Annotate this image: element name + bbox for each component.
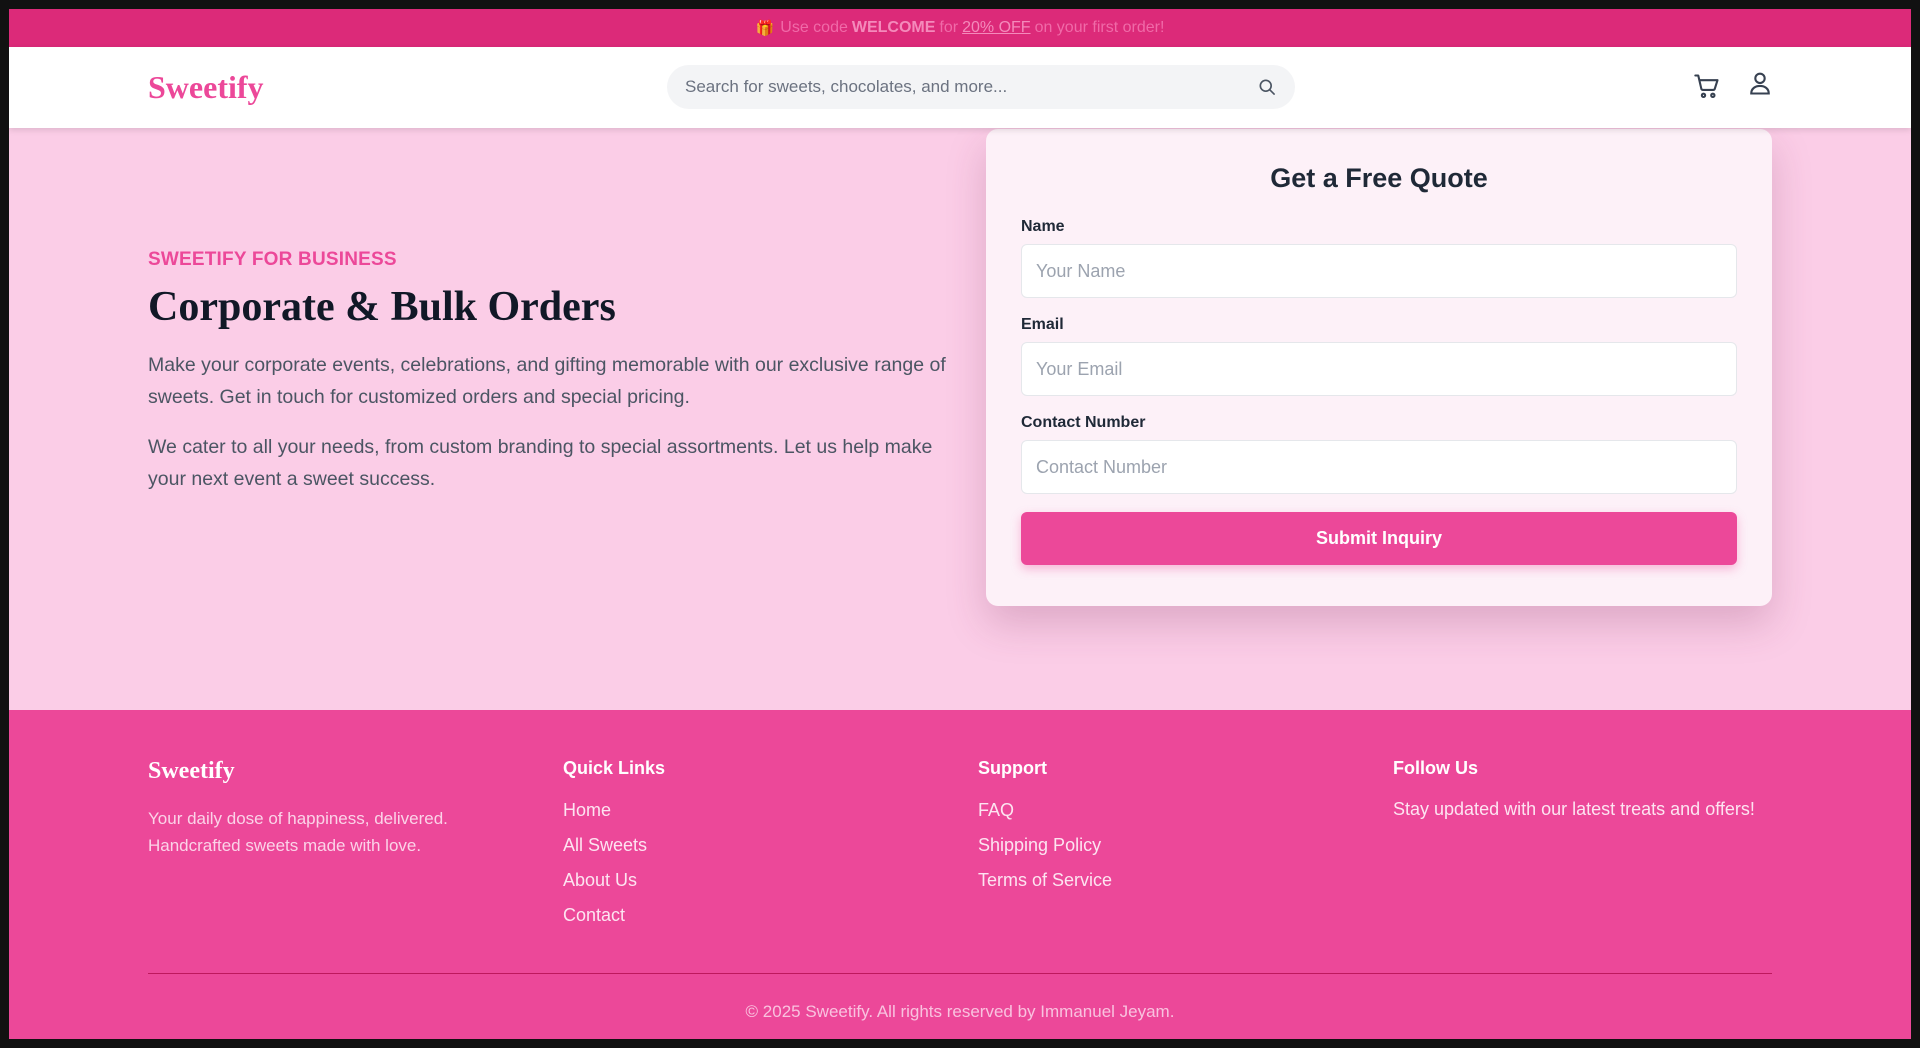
promo-middle: for <box>939 19 959 36</box>
footer-follow-column: Follow Us Stay updated with our latest t… <box>1393 758 1755 820</box>
cart-icon[interactable] <box>1693 72 1721 100</box>
quote-form-card: Get a Free Quote Name Email Contact Numb… <box>986 129 1772 606</box>
hero-paragraph-1: Make your corporate events, celebrations… <box>148 354 946 408</box>
follow-us-text: Stay updated with our latest treats and … <box>1393 799 1755 819</box>
footer-logo: Sweetify <box>148 758 235 784</box>
footer-link-about-us[interactable]: About Us <box>563 863 665 898</box>
email-label: Email <box>1021 316 1064 333</box>
footer-link-faq[interactable]: FAQ <box>978 793 1112 828</box>
quick-links-heading: Quick Links <box>563 758 666 778</box>
footer-link-home[interactable]: Home <box>563 793 665 828</box>
support-links-list: FAQ Shipping Policy Terms of Service <box>978 793 1112 898</box>
footer-link-all-sweets[interactable]: All Sweets <box>563 828 665 863</box>
footer-brand-column: Sweetify Your daily dose of happiness, d… <box>148 758 508 859</box>
footer-copyright: © 2025 Sweetify. All rights reserved by … <box>745 1002 1175 1021</box>
footer-link-shipping-policy[interactable]: Shipping Policy <box>978 828 1112 863</box>
name-label: Name <box>1021 218 1065 235</box>
footer-link-terms-of-service[interactable]: Terms of Service <box>978 863 1112 898</box>
logo[interactable]: Sweetify <box>148 69 264 106</box>
name-input[interactable] <box>1021 244 1737 298</box>
search-bar <box>667 65 1295 109</box>
email-input[interactable] <box>1021 342 1737 396</box>
promo-code: WELCOME <box>851 19 936 36</box>
site-header: Sweetify <box>9 47 1911 128</box>
support-heading: Support <box>978 758 1047 778</box>
promo-bar: 🎁 Use code WELCOME for 20% OFF on your f… <box>9 9 1911 47</box>
hero-section: SWEETIFY FOR BUSINESS Corporate & Bulk O… <box>148 249 948 495</box>
phone-label: Contact Number <box>1021 414 1146 431</box>
promo-suffix: on your first order! <box>1034 19 1165 36</box>
phone-field-group: Contact Number <box>1021 414 1737 494</box>
hero-paragraph-2: We cater to all your needs, from custom … <box>148 436 933 490</box>
search-input[interactable] <box>685 77 1257 97</box>
submit-inquiry-button[interactable]: Submit Inquiry <box>1021 512 1737 565</box>
hero-title: Corporate & Bulk Orders <box>148 284 616 330</box>
email-field-group: Email <box>1021 316 1737 396</box>
page: 🎁 Use code WELCOME for 20% OFF on your f… <box>9 9 1911 1039</box>
search-icon[interactable] <box>1257 77 1277 97</box>
promo-prefix: Use code <box>780 19 848 36</box>
user-icon[interactable] <box>1746 69 1774 97</box>
phone-input[interactable] <box>1021 440 1737 494</box>
footer-support-column: Support FAQ Shipping Policy Terms of Ser… <box>978 758 1112 898</box>
footer-divider <box>148 973 1772 974</box>
quote-form-title: Get a Free Quote <box>1270 163 1488 193</box>
footer-link-contact[interactable]: Contact <box>563 898 665 933</box>
name-field-group: Name <box>1021 218 1737 298</box>
promo-discount: 20% OFF <box>962 19 1031 36</box>
follow-us-heading: Follow Us <box>1393 758 1478 778</box>
site-footer: Sweetify Your daily dose of happiness, d… <box>9 710 1911 1039</box>
quick-links-list: Home All Sweets About Us Contact <box>563 793 665 933</box>
footer-tagline: Your daily dose of happiness, delivered.… <box>148 809 448 855</box>
gift-icon: 🎁 <box>755 20 775 37</box>
footer-quick-links-column: Quick Links Home All Sweets About Us Con… <box>563 758 665 933</box>
hero-eyebrow: SWEETIFY FOR BUSINESS <box>148 249 397 270</box>
